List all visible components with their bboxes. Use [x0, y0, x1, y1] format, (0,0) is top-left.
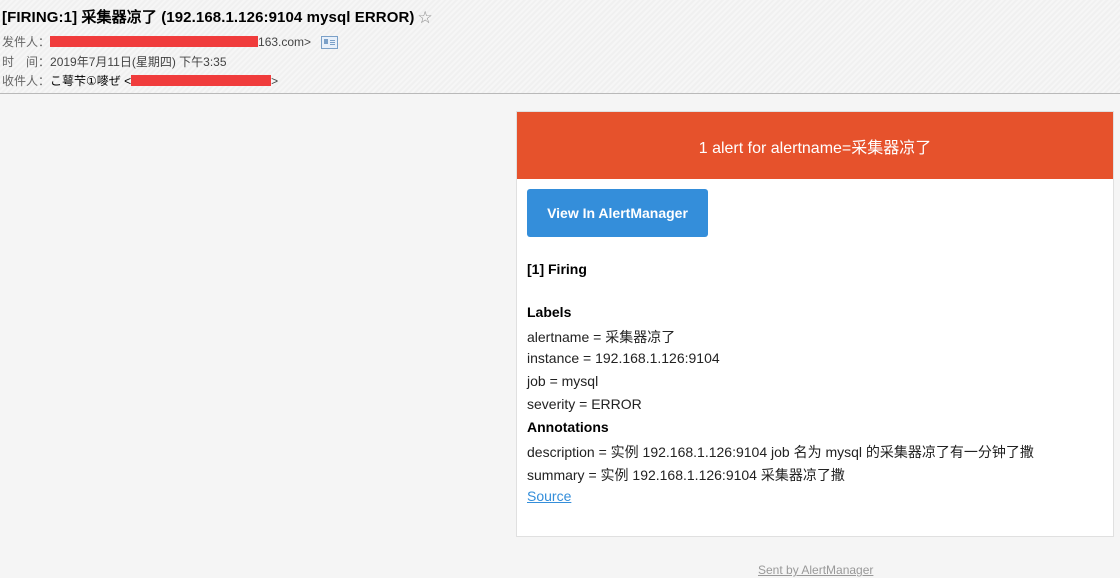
annotation-item: summary = 实例 192.168.1.126:9104 采集器凉了撒: [527, 467, 845, 483]
alert-banner-title: 1 alert for alertname=采集器凉了: [698, 139, 932, 157]
time-value: 2019年7月11日(星期四) 下午3:35: [50, 55, 227, 69]
recipient-redaction: [131, 75, 272, 87]
label-item: severity = ERROR: [527, 396, 642, 412]
star-icon[interactable]: ☆: [418, 8, 433, 27]
time-label: 时 间：: [2, 55, 51, 69]
recipient-label: 收件人：: [2, 74, 51, 88]
annotations-heading: Annotations: [527, 419, 609, 435]
sent-by-alertmanager-link[interactable]: Sent by AlertManager: [758, 563, 873, 577]
labels-heading: Labels: [527, 304, 572, 320]
label-item: instance = 192.168.1.126:9104: [527, 350, 720, 366]
source-link[interactable]: Source: [527, 488, 571, 504]
source-row: Source: [527, 488, 571, 504]
subject-text: [FIRING:1] 采集器凉了 (192.168.1.126:9104 mys…: [2, 9, 415, 26]
alert-banner: 1 alert for alertname=采集器凉了: [517, 112, 1113, 179]
recipient-suffix: >: [271, 74, 279, 88]
sender-address-suffix[interactable]: 163.com>: [258, 35, 311, 49]
email-header: [FIRING:1] 采集器凉了 (192.168.1.126:9104 mys…: [0, 0, 1120, 94]
annotation-item: description = 实例 192.168.1.126:9104 job …: [527, 444, 1034, 460]
sender-redaction: [50, 36, 259, 48]
sender-row: 发件人： 163.com>: [2, 33, 339, 50]
email-subject: [FIRING:1] 采集器凉了 (192.168.1.126:9104 mys…: [2, 6, 433, 27]
view-in-alertmanager-button[interactable]: View In AlertManager: [527, 189, 708, 237]
label-item: alertname = 采集器凉了: [527, 329, 676, 345]
label-item: job = mysql: [527, 373, 599, 389]
firing-heading: [1] Firing: [527, 261, 587, 277]
sender-label: 发件人：: [2, 35, 51, 49]
recipient-row: 收件人：こ萼芐①嘜ぜ < >: [2, 72, 278, 89]
recipient-name[interactable]: こ萼芐①嘜ぜ <: [50, 74, 131, 88]
time-row: 时 间：2019年7月11日(星期四) 下午3:35: [2, 53, 227, 70]
alert-card: 1 alert for alertname=采集器凉了 View In Aler…: [516, 111, 1114, 537]
contact-card-icon[interactable]: [321, 36, 339, 50]
